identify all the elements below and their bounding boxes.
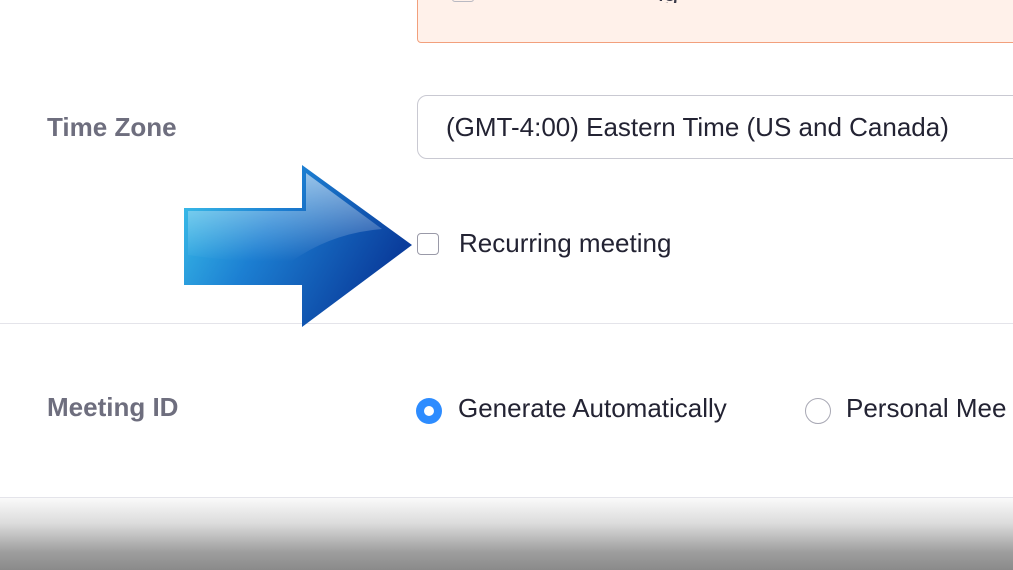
bottom-shadow-bar [0, 498, 1013, 570]
arrow-right-icon [184, 165, 412, 327]
banner-text-fragment: ig [658, 0, 778, 3]
personal-meeting-id-label[interactable]: Personal Mee [846, 393, 1006, 424]
section-divider [0, 323, 1013, 324]
banner-checkbox[interactable] [452, 0, 474, 2]
generate-automatically-label[interactable]: Generate Automatically [458, 393, 727, 424]
warning-banner: ig [417, 0, 1013, 43]
personal-meeting-id-radio[interactable] [805, 398, 831, 424]
recurring-meeting-checkbox[interactable] [417, 233, 439, 255]
time-zone-select[interactable]: (GMT-4:00) Eastern Time (US and Canada) [417, 95, 1013, 159]
time-zone-value: (GMT-4:00) Eastern Time (US and Canada) [446, 112, 949, 142]
meeting-id-label: Meeting ID [47, 392, 179, 422]
recurring-meeting-label[interactable]: Recurring meeting [459, 228, 671, 259]
schedule-meeting-form: ig Time Zone (GMT-4:00) Eastern Time (US… [0, 0, 1013, 570]
time-zone-label: Time Zone [47, 112, 177, 142]
generate-automatically-radio[interactable] [416, 398, 442, 424]
